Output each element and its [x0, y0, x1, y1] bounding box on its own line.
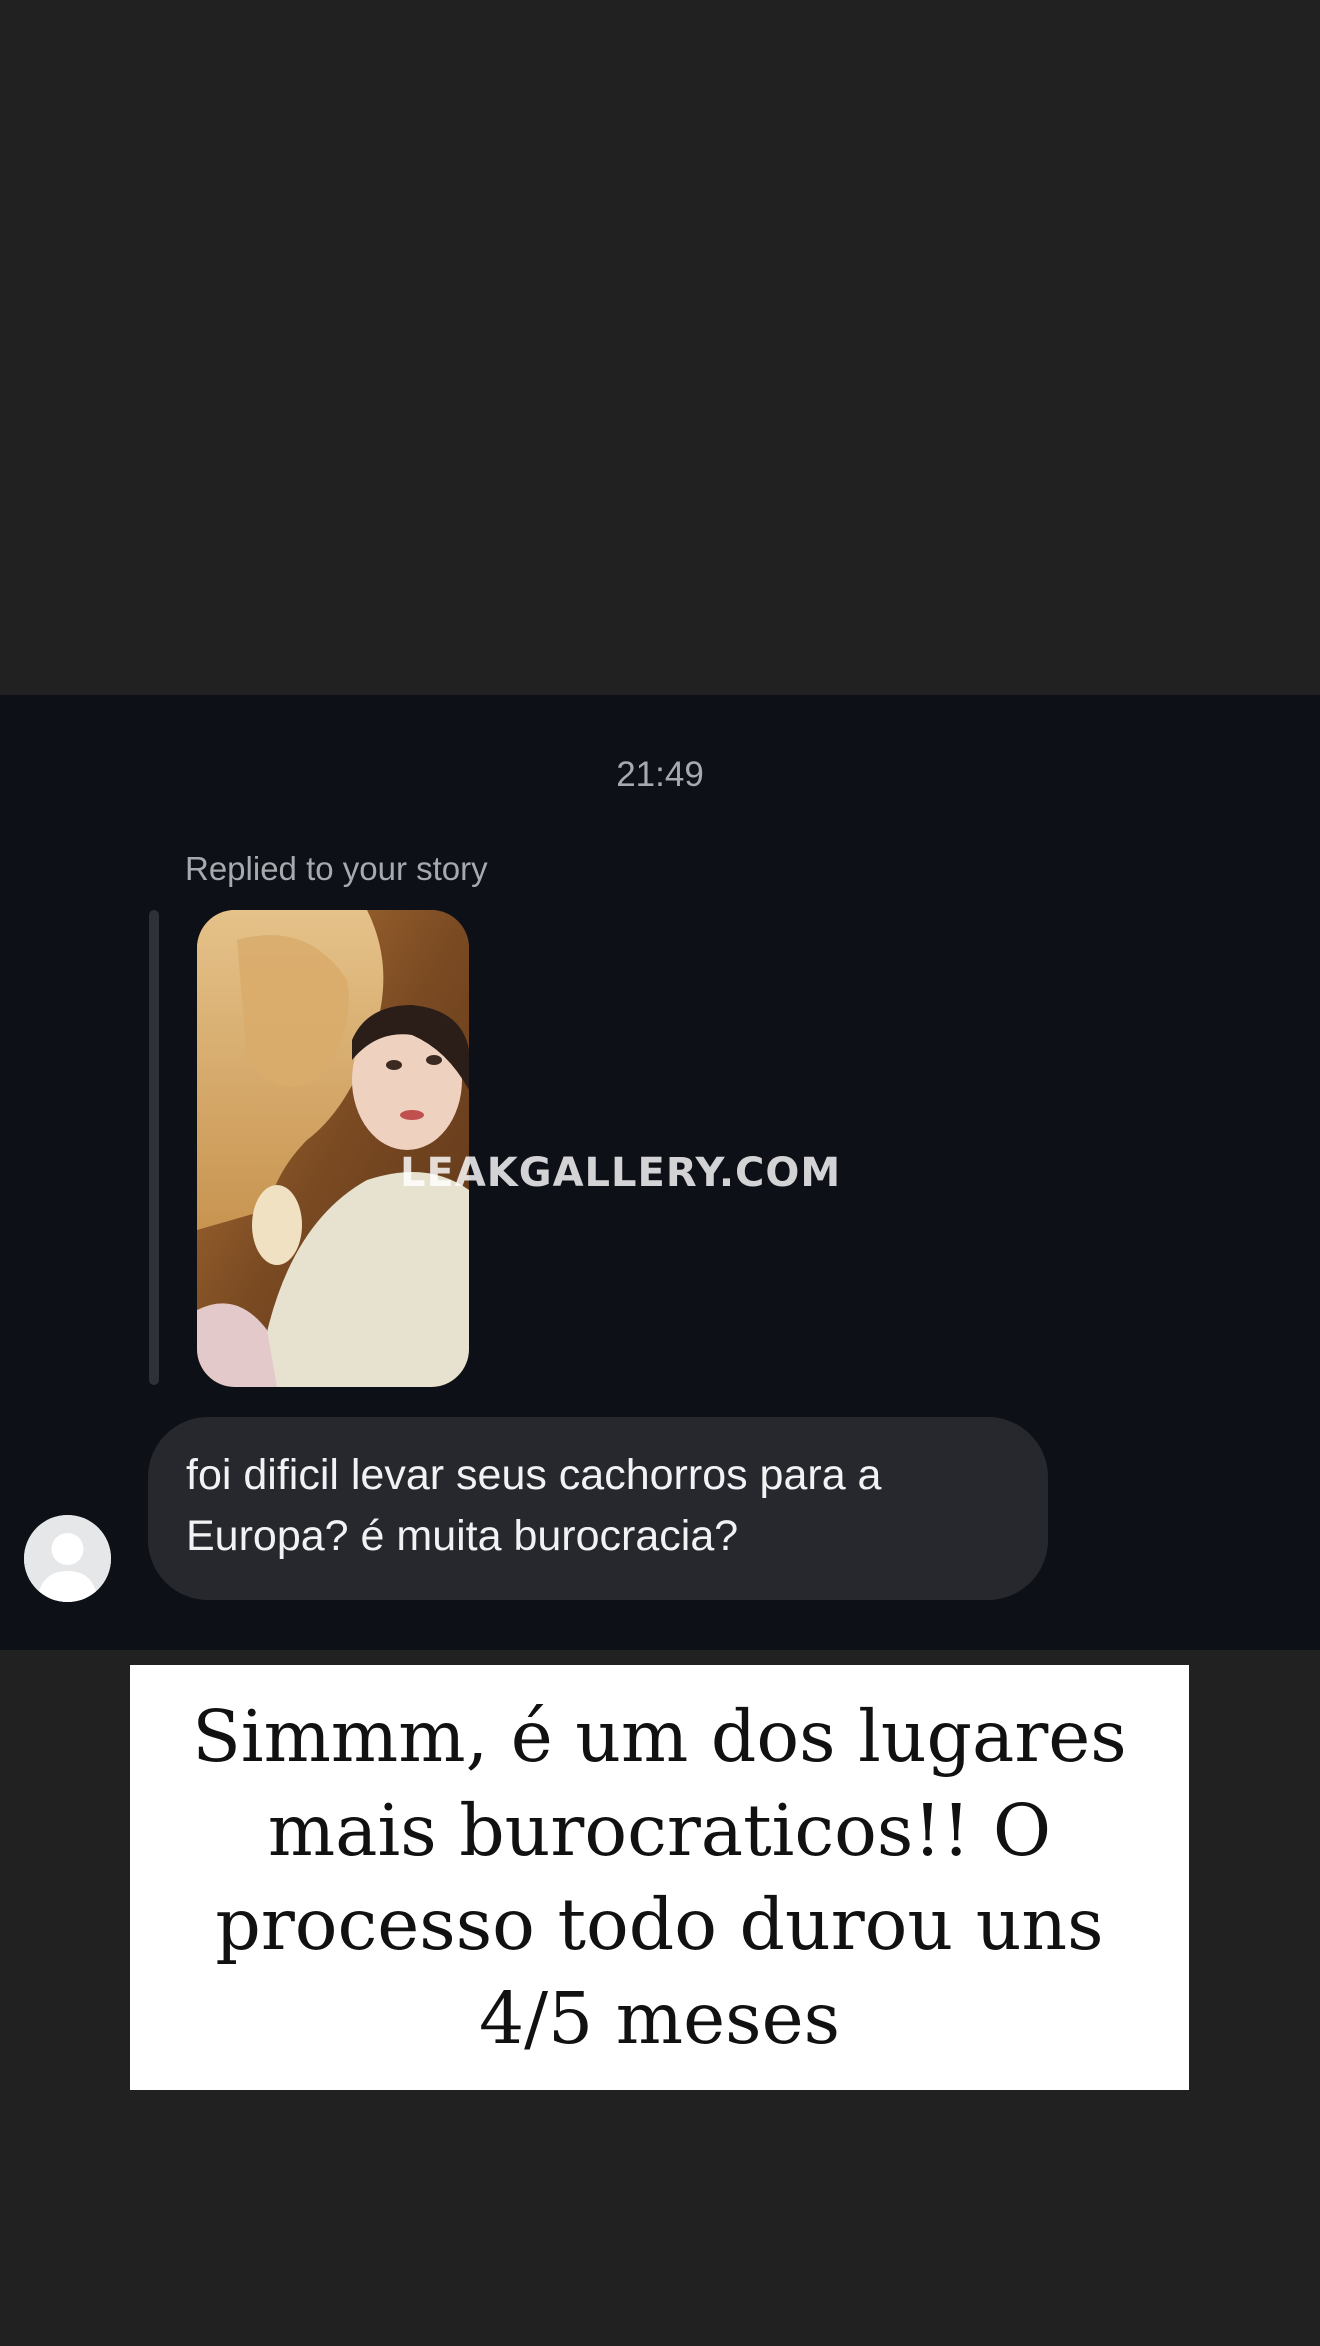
reply-indicator-bar	[149, 910, 159, 1385]
answer-text: Simmm, é um dos lugares mais burocratico…	[192, 1694, 1127, 2060]
sender-avatar[interactable]	[24, 1515, 111, 1602]
story-photo-illustration	[197, 910, 469, 1387]
replied-to-story-label: Replied to your story	[185, 850, 488, 887]
received-message-bubble[interactable]: foi dificil levar seus cachorros para a …	[148, 1417, 1048, 1600]
default-user-icon	[24, 1515, 111, 1602]
dm-screenshot: 21:49 Replied to your story LEAKGALLERY.…	[0, 695, 1320, 1650]
watermark-text: LEAKGALLERY.COM	[400, 1150, 842, 1196]
answer-text-card: Simmm, é um dos lugares mais burocratico…	[130, 1665, 1189, 2090]
story-thumbnail[interactable]	[197, 910, 469, 1387]
message-timestamp: 21:49	[616, 755, 704, 794]
story-screen: 21:49 Replied to your story LEAKGALLERY.…	[0, 0, 1320, 2346]
